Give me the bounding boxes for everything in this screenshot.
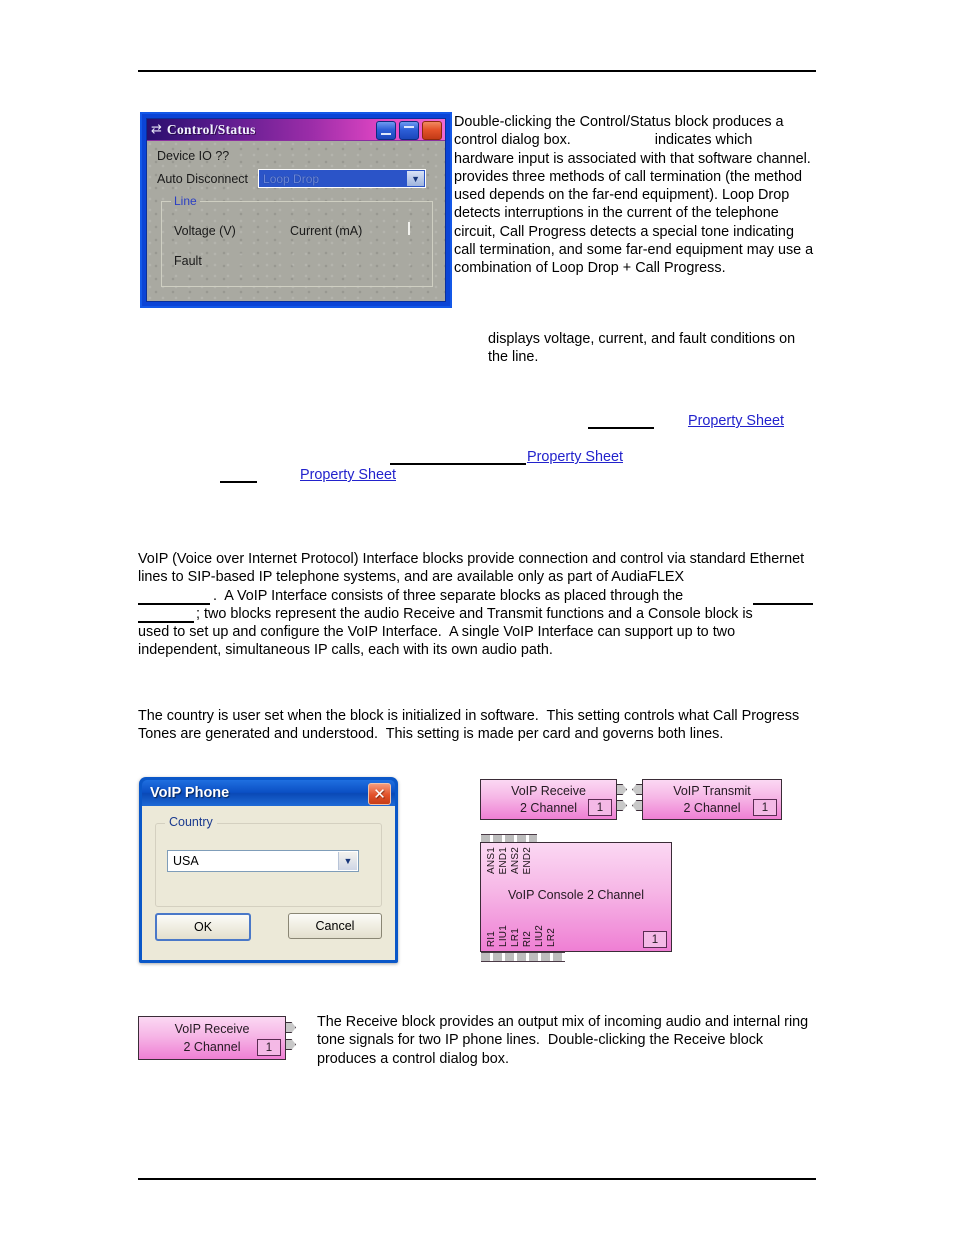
voip-phone-button-row: OK Cancel [155, 913, 382, 941]
voip-console-number: 1 [643, 931, 667, 948]
country-groupbox-label: Country [165, 815, 217, 829]
voltage-label: Voltage (V) [174, 224, 236, 238]
header-rule [138, 70, 816, 72]
voip-phone-dialog[interactable]: VoIP Phone ✕ Country USA ▼ OK Cancel [139, 777, 398, 963]
country-select-value: USA [173, 854, 199, 868]
voip-transmit-number: 1 [753, 799, 777, 816]
chevron-down-icon[interactable]: ▼ [338, 852, 357, 870]
redaction-blank-3 [220, 481, 257, 483]
console-port-liu2: LIU2 [534, 925, 545, 947]
voip-phone-titlebar[interactable]: VoIP Phone ✕ [142, 780, 395, 806]
device-io-label: Device IO ?? [157, 149, 230, 163]
voip-receive-output-ports[interactable] [617, 784, 627, 811]
footer-rule [138, 1178, 816, 1180]
voip-console-bottom-connectors[interactable] [481, 952, 565, 962]
console-port-lr1: LR1 [510, 928, 521, 947]
control-status-body: Device IO ?? Auto Disconnect Loop Drop ▼… [147, 141, 445, 301]
auto-disconnect-value: Loop Drop [263, 171, 320, 186]
voip-phone-title: VoIP Phone [150, 785, 230, 801]
output-port-icon[interactable] [286, 1022, 296, 1033]
control-status-dialog[interactable]: ⇄ Control/Status Device IO ?? Auto Disco… [140, 112, 452, 308]
voip-receive-bottom-number: 1 [257, 1039, 281, 1056]
paragraph-country: The country is user set when the block i… [138, 708, 803, 743]
console-port-end1: END1 [498, 847, 509, 875]
paragraph-voip-intro-line3: ; two blocks represent the audio Receive… [196, 606, 753, 622]
console-port-end2: END2 [522, 847, 533, 875]
voip-receive-bottom-output-ports[interactable] [286, 1022, 296, 1050]
property-sheet-link-1[interactable]: Property Sheet [688, 412, 784, 430]
console-port-ri2: RI2 [522, 930, 533, 947]
close-icon[interactable]: ✕ [368, 783, 391, 805]
input-port-icon[interactable] [632, 784, 642, 795]
ok-button[interactable]: OK [155, 913, 251, 941]
fault-label: Fault [174, 254, 202, 268]
line-groupbox: Line Voltage (V) Current (mA) Fault [161, 194, 433, 287]
property-sheet-link-3[interactable]: Property Sheet [300, 466, 396, 484]
voip-receive-block[interactable]: VoIP Receive 2 Channel 1 [480, 779, 617, 820]
control-status-window-buttons [376, 121, 442, 140]
minimize-button[interactable] [376, 121, 396, 140]
paragraph-control-status: Double-clicking the Control/Status block… [454, 114, 923, 277]
auto-disconnect-select[interactable]: Loop Drop ▼ [258, 169, 427, 188]
current-label: Current (mA) [290, 224, 363, 238]
document-page: ⇄ Control/Status Device IO ?? Auto Disco… [0, 0, 954, 1235]
voip-receive-number: 1 [588, 799, 612, 816]
maximize-button[interactable] [399, 121, 419, 140]
output-port-icon[interactable] [286, 1039, 296, 1050]
auto-disconnect-row: Auto Disconnect Loop Drop ▼ [157, 169, 435, 188]
close-button[interactable] [422, 121, 442, 140]
paragraph-voip-intro-line5: independent, simultaneous IP calls, each… [138, 642, 553, 658]
current-field-caret [408, 222, 410, 235]
voip-transmit-input-ports[interactable] [632, 784, 642, 811]
cancel-button[interactable]: Cancel [288, 913, 382, 939]
output-port-icon[interactable] [617, 784, 627, 795]
console-port-ri1: RI1 [486, 930, 497, 947]
voip-receive-bottom-line1: VoIP Receive [174, 1022, 250, 1036]
paragraph-voip-intro-line4: used to set up and configure the VoIP In… [138, 624, 736, 640]
control-status-title: Control/Status [166, 121, 256, 137]
voip-receive-line1: VoIP Receive [511, 784, 586, 798]
redaction-blank-2 [390, 463, 526, 465]
swap-arrows-icon: ⇄ [151, 122, 162, 137]
line-groupbox-label: Line [171, 194, 200, 208]
country-groupbox: Country USA ▼ [155, 815, 382, 907]
voip-transmit-block[interactable]: VoIP Transmit 2 Channel 1 [642, 779, 782, 820]
voip-console-block[interactable]: ANS1 END1 ANS2 END2 VoIP Console 2 Chann… [480, 842, 672, 952]
paragraph-voip-intro-line2: . A VoIP Interface consists of three sep… [213, 588, 684, 604]
redaction-blank-1 [588, 427, 654, 429]
paragraph-line-display: displays voltage, current, and fault con… [488, 331, 800, 366]
output-port-icon[interactable] [617, 800, 627, 811]
voip-receive-block-bottom[interactable]: VoIP Receive 2 Channel 1 [138, 1016, 286, 1060]
voip-console-title: VoIP Console 2 Channel [508, 888, 644, 902]
paragraph-voip-intro-line1: VoIP (Voice over Internet Protocol) Inte… [138, 551, 809, 586]
control-status-titlebar[interactable]: ⇄ Control/Status [147, 119, 445, 141]
auto-disconnect-label: Auto Disconnect [157, 171, 249, 186]
console-port-liu1: LIU1 [498, 925, 509, 947]
device-io-row: Device IO ?? [157, 149, 435, 163]
control-status-dialog-inner: ⇄ Control/Status Device IO ?? Auto Disco… [146, 118, 446, 302]
paragraph-receive-block: The Receive block provides an output mix… [317, 1014, 813, 1067]
input-port-icon[interactable] [632, 800, 642, 811]
voip-phone-body: Country USA ▼ OK Cancel [142, 806, 395, 960]
country-select[interactable]: USA ▼ [167, 850, 359, 872]
console-port-ans1: ANS1 [486, 847, 497, 874]
property-sheet-link-2[interactable]: Property Sheet [527, 448, 623, 466]
voip-transmit-line1: VoIP Transmit [673, 784, 751, 798]
console-port-lr2: LR2 [546, 928, 557, 947]
chevron-down-icon[interactable]: ▼ [407, 171, 425, 186]
console-port-ans2: ANS2 [510, 847, 521, 874]
